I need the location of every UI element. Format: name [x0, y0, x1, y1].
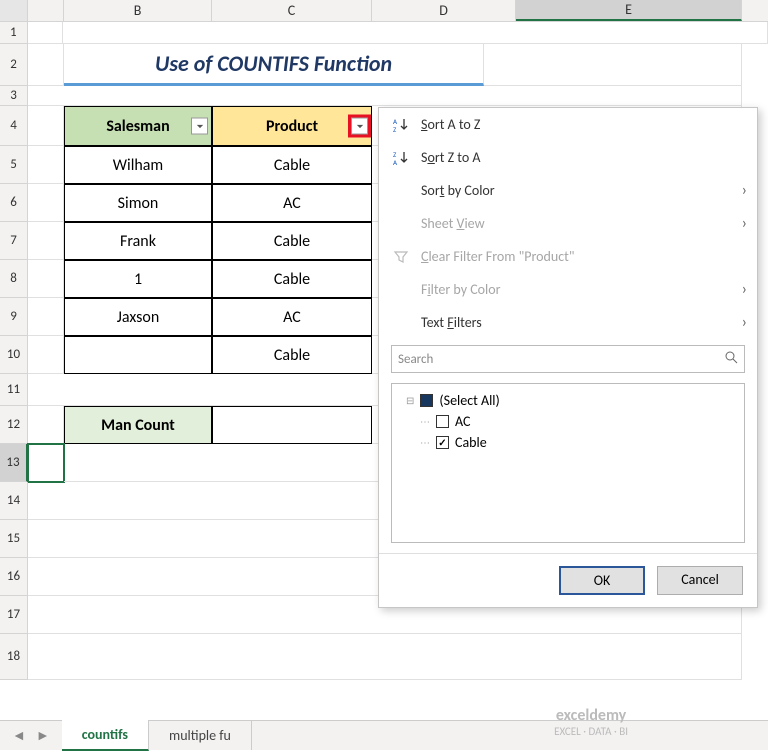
nav-prev-icon[interactable]: ◄: [12, 727, 26, 744]
chevron-right-icon: ›: [742, 214, 747, 233]
tab-nav[interactable]: ◄►: [0, 727, 62, 744]
row-3[interactable]: 3: [0, 86, 28, 106]
man-count-value[interactable]: [212, 406, 372, 444]
row-13[interactable]: 13: [0, 444, 28, 482]
row-5[interactable]: 5: [0, 146, 28, 184]
chevron-right-icon: ›: [742, 313, 747, 332]
column-header-row: B C D E: [0, 0, 768, 22]
sort-z-to-a[interactable]: ZA Sort Z to A: [379, 141, 757, 174]
table-cell[interactable]: 1: [64, 260, 212, 298]
row-8[interactable]: 8: [0, 260, 28, 298]
sheet-view: Sheet View›: [379, 207, 757, 240]
row-15[interactable]: 15: [0, 520, 28, 558]
table-cell[interactable]: AC: [212, 184, 372, 222]
col-B[interactable]: B: [64, 0, 212, 21]
table-cell[interactable]: Jaxson: [64, 298, 212, 336]
check-ac[interactable]: ⋯ AC: [400, 411, 736, 432]
sort-by-color[interactable]: Sort by Color›: [379, 174, 757, 207]
checkbox-checked-icon: [436, 436, 449, 449]
header-salesman[interactable]: Salesman: [64, 106, 212, 146]
sort-az-icon: AZ: [391, 115, 411, 135]
row-17[interactable]: 17: [0, 596, 28, 634]
row-9[interactable]: 9: [0, 298, 28, 336]
table-cell[interactable]: Cable: [212, 260, 372, 298]
col-C[interactable]: C: [212, 0, 372, 21]
table-cell[interactable]: [64, 336, 212, 374]
active-cell[interactable]: [28, 444, 64, 482]
col-D[interactable]: D: [372, 0, 516, 21]
chevron-right-icon: ›: [742, 280, 747, 299]
row-2[interactable]: 2: [0, 44, 28, 86]
table-cell[interactable]: Cable: [212, 222, 372, 260]
sort-a-to-z[interactable]: AZ SSort A to Zort A to Z: [379, 108, 757, 141]
table-cell[interactable]: Cable: [212, 336, 372, 374]
row-14[interactable]: 14: [0, 482, 28, 520]
svg-text:A: A: [393, 158, 398, 167]
table-cell[interactable]: Frank: [64, 222, 212, 260]
clear-filter-icon: [391, 247, 411, 267]
row-10[interactable]: 10: [0, 336, 28, 374]
row-1[interactable]: 1: [0, 22, 28, 44]
tab-countifs[interactable]: countifs: [62, 720, 149, 751]
check-select-all[interactable]: ⊟ (Select All): [400, 390, 736, 411]
row-18[interactable]: 18: [0, 634, 28, 680]
chevron-right-icon: ›: [742, 181, 747, 200]
man-count-label[interactable]: Man Count: [64, 406, 212, 444]
table-cell[interactable]: Wilham: [64, 146, 212, 184]
svg-text:Z: Z: [393, 125, 397, 134]
checkbox-partial-icon: [420, 394, 433, 407]
filter-dropdown-product[interactable]: [351, 118, 368, 135]
row-16[interactable]: 16: [0, 558, 28, 596]
filter-dropdown-salesman[interactable]: [191, 118, 208, 135]
title-cell[interactable]: Use of COUNTIFS Function: [64, 44, 484, 86]
search-placeholder: Search: [398, 352, 433, 367]
col-A[interactable]: [28, 0, 64, 21]
filter-by-color: Filter by Color›: [379, 273, 757, 306]
checkbox-unchecked-icon: [436, 415, 449, 428]
check-cable[interactable]: ⋯ Cable: [400, 432, 736, 453]
row-6[interactable]: 6: [0, 184, 28, 222]
header-product[interactable]: Product: [212, 106, 372, 146]
col-E[interactable]: E: [516, 0, 742, 21]
table-cell[interactable]: AC: [212, 298, 372, 336]
tab-multiple[interactable]: multiple fu: [149, 721, 252, 750]
cancel-button[interactable]: Cancel: [657, 566, 743, 595]
filter-search-input[interactable]: Search: [391, 345, 745, 373]
sheet-tab-bar: ◄► countifs multiple fu: [0, 720, 768, 750]
search-icon: [724, 350, 738, 368]
sort-za-icon: ZA: [391, 148, 411, 168]
row-12[interactable]: 12: [0, 406, 28, 444]
nav-next-icon[interactable]: ►: [36, 727, 50, 744]
filter-menu: AZ SSort A to Zort A to Z ZA Sort Z to A…: [378, 107, 758, 608]
select-all-corner[interactable]: [0, 0, 28, 21]
row-7[interactable]: 7: [0, 222, 28, 260]
table-cell[interactable]: Simon: [64, 184, 212, 222]
row-11[interactable]: 11: [0, 374, 28, 406]
table-cell[interactable]: Cable: [212, 146, 372, 184]
row-4[interactable]: 4: [0, 106, 28, 146]
header-salesman-label: Salesman: [106, 117, 169, 136]
filter-checklist[interactable]: ⊟ (Select All) ⋯ AC ⋯ Cable: [391, 383, 745, 543]
text-filters[interactable]: Text Filters›: [379, 306, 757, 339]
ok-button[interactable]: OK: [559, 566, 645, 595]
clear-filter: Clear Filter From "Product": [379, 240, 757, 273]
header-product-label: Product: [266, 117, 318, 136]
